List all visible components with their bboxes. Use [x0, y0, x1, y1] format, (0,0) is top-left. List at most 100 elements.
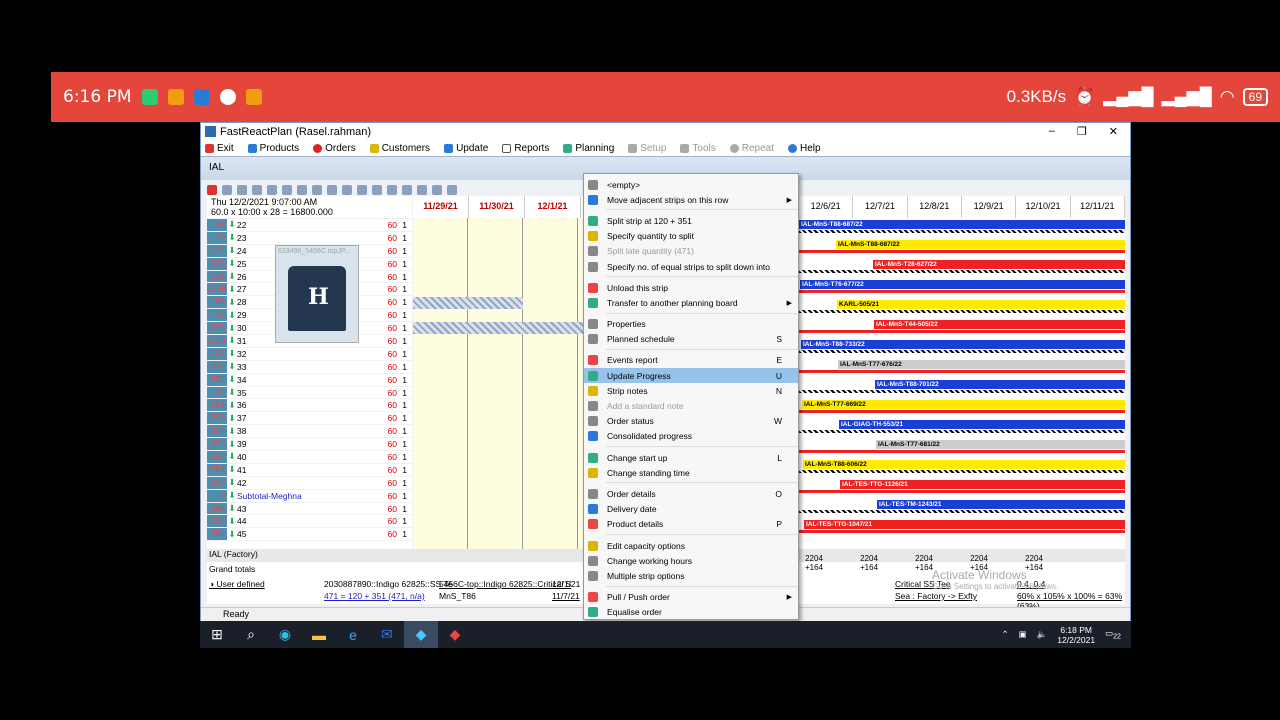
line-row[interactable]: 352 ⬇ 45 60 1 [207, 528, 412, 542]
line-row[interactable]: 298 ⬇ 37 60 1 [207, 412, 412, 426]
order-strip[interactable]: IAL-TES-TM-1243/21 [877, 500, 1125, 509]
start-icon[interactable]: ⊞ [200, 621, 234, 648]
menu-item-transfer-to-another-planning-board[interactable]: Transfer to another planning board ▶ [584, 295, 798, 310]
user-defined-link[interactable]: ◑ User defined [209, 579, 265, 589]
menu-item-change-standing-time[interactable]: Change standing time [584, 465, 798, 480]
chart-icon[interactable] [357, 185, 367, 195]
expand-arrow-icon[interactable]: ⬇ [227, 490, 237, 501]
expand-arrow-icon[interactable]: ⬇ [227, 310, 237, 321]
text-icon[interactable] [372, 185, 382, 195]
toolbar-button[interactable] [342, 185, 352, 195]
last-icon[interactable] [312, 185, 322, 195]
menu-item-specify-quantity-to-split[interactable]: Specify quantity to split [584, 229, 798, 244]
folder-icon[interactable]: ▬ [302, 621, 336, 648]
expand-arrow-icon[interactable]: ⬇ [227, 297, 237, 308]
expand-arrow-icon[interactable]: ⬇ [227, 245, 237, 256]
view-icon[interactable] [252, 185, 262, 195]
expand-arrow-icon[interactable]: ⬇ [227, 516, 237, 527]
order-strip[interactable]: IAL-MnS-T77-681/22 [876, 440, 1125, 449]
order-strip[interactable]: IAL-MnS-T77-676/22 [838, 360, 1125, 369]
order-strip[interactable]: IAL-TES-TTG-1047/21 [804, 520, 1125, 529]
anydesk-taskbar-icon[interactable]: ◆ [438, 621, 472, 648]
menu-item-change-working-hours[interactable]: Change working hours [584, 553, 798, 568]
menu-item-unload-this-strip[interactable]: Unload this strip [584, 280, 798, 295]
order-strip[interactable]: IAL-MnS-T88-733/22 [801, 340, 1125, 349]
menu-item-product-details[interactable]: Product details P [584, 517, 798, 532]
menu-repeat[interactable]: Repeat [728, 143, 784, 154]
menu-planning[interactable]: Planning [561, 143, 624, 154]
toolbar-button[interactable] [327, 185, 337, 195]
minimize-button[interactable]: ‒ [1049, 125, 1055, 138]
toolbar-button[interactable] [447, 185, 457, 195]
close-board-icon[interactable] [207, 185, 217, 195]
menu-orders[interactable]: Orders [311, 143, 366, 154]
expand-arrow-icon[interactable]: ⬇ [227, 219, 237, 230]
planning-grid-left[interactable]: 11/29/21 11/30/21 12/1/21 [413, 196, 583, 549]
line-row[interactable]: 107 ⬇ 32 60 1 [207, 347, 412, 361]
line-row[interactable]: 49 ⬇ 22 60 1 [207, 219, 412, 232]
line-row[interactable]: 253 ⬇ 41 60 1 [207, 463, 412, 477]
hatched-strip[interactable] [413, 322, 583, 334]
order-strip[interactable]: IAL-TES-TTG-1126/21 [840, 480, 1125, 489]
expand-arrow-icon[interactable]: ⬇ [227, 323, 237, 334]
menu-reports[interactable]: Reports [500, 143, 559, 154]
down-icon[interactable] [282, 185, 292, 195]
outlook-taskbar-icon[interactable]: ✉ [370, 621, 404, 648]
expand-arrow-icon[interactable]: ⬇ [227, 426, 237, 437]
expand-arrow-icon[interactable]: ⬇ [227, 258, 237, 269]
expand-arrow-icon[interactable]: ⬇ [227, 232, 237, 243]
expand-arrow-icon[interactable]: ⬇ [227, 374, 237, 385]
expand-arrow-icon[interactable]: ⬇ [227, 451, 237, 462]
toolbar-button[interactable] [222, 185, 232, 195]
menu-item-planned-schedule[interactable]: Planned schedule S [584, 332, 798, 347]
line-row[interactable]: 14 ⬇ 35 60 1 [207, 386, 412, 400]
menu-exit[interactable]: Exit [203, 143, 244, 154]
menu-item-order-status[interactable]: Order status W [584, 414, 798, 429]
line-row[interactable]: 235 ⬇ 42 60 1 [207, 476, 412, 490]
order-strip[interactable]: IAL-MnS-T44-505/22 [874, 320, 1125, 329]
menu-item-strip-notes[interactable]: Strip notes N [584, 383, 798, 398]
menu-help[interactable]: Help [786, 143, 831, 154]
close-button[interactable]: ✕ [1109, 125, 1118, 138]
line-row[interactable]: 236 ⬇ 44 60 1 [207, 515, 412, 529]
order-strip[interactable]: IAL-MnS-T77-669/22 [802, 400, 1125, 409]
line-row[interactable]: 252 ⬇ 34 60 1 [207, 373, 412, 387]
expand-arrow-icon[interactable]: ⬇ [227, 439, 237, 450]
expand-arrow-icon[interactable]: ⬇ [227, 335, 237, 346]
order-strip[interactable]: IAL-MnS-T76-677/22 [800, 280, 1125, 289]
hatched-strip[interactable] [413, 297, 523, 309]
menu-item-properties[interactable]: Properties [584, 317, 798, 332]
first-icon[interactable] [297, 185, 307, 195]
menu-item-update-progress[interactable]: Update Progress U [584, 368, 798, 384]
menu-customers[interactable]: Customers [368, 143, 440, 154]
order-strip[interactable]: IAL-MnS-T88-606/22 [803, 460, 1125, 469]
order-strip[interactable]: IAL-MnS-T88-687/22 [799, 220, 1125, 229]
expand-arrow-icon[interactable]: ⬇ [227, 361, 237, 372]
qty-formula[interactable]: 471 = 120 + 351 (471, n/a) [324, 591, 425, 601]
ie-icon[interactable]: e [336, 621, 370, 648]
menu-item-edit-capacity-options[interactable]: Edit capacity options [584, 538, 798, 553]
save-icon[interactable] [432, 185, 442, 195]
menu-item-specify-no-of-equal-strips-to-split-down-into[interactable]: Specify no. of equal strips to split dow… [584, 259, 798, 274]
expand-arrow-icon[interactable]: ⬇ [227, 348, 237, 359]
tray-chevron-icon[interactable]: ⌃ [1002, 629, 1009, 640]
menu-item-order-details[interactable]: Order details O [584, 486, 798, 501]
menu-item-consolidated-progress[interactable]: Consolidated progress [584, 429, 798, 444]
menu-item-equalise-order[interactable]: Equalise order [584, 605, 798, 620]
up-icon[interactable] [267, 185, 277, 195]
search-icon[interactable]: ⌕ [234, 621, 268, 648]
line-row[interactable]: 251 ⬇ 36 60 1 [207, 399, 412, 413]
edge-icon[interactable]: ◉ [268, 621, 302, 648]
menu-item-pull-push-order[interactable]: Pull / Push order ▶ [584, 590, 798, 605]
menu-products[interactable]: Products [246, 143, 309, 154]
expand-arrow-icon[interactable]: ⬇ [227, 503, 237, 514]
menu-item-events-report[interactable]: Events report E [584, 353, 798, 368]
refresh-icon[interactable] [417, 185, 427, 195]
menu-item-split-late-quantity-471[interactable]: Split late quantity (471) [584, 244, 798, 259]
menu-setup[interactable]: Setup [626, 143, 676, 154]
maximize-button[interactable]: ❐ [1077, 125, 1087, 138]
menu-tools[interactable]: Tools [678, 143, 725, 154]
order-strip[interactable]: IAL-MnS-T88-687/22 [836, 240, 1125, 249]
toolbar-button[interactable] [387, 185, 397, 195]
planning-grid-right[interactable]: 12/6/21 12/7/21 12/8/21 12/9/21 12/10/21 12/1… [799, 196, 1125, 549]
